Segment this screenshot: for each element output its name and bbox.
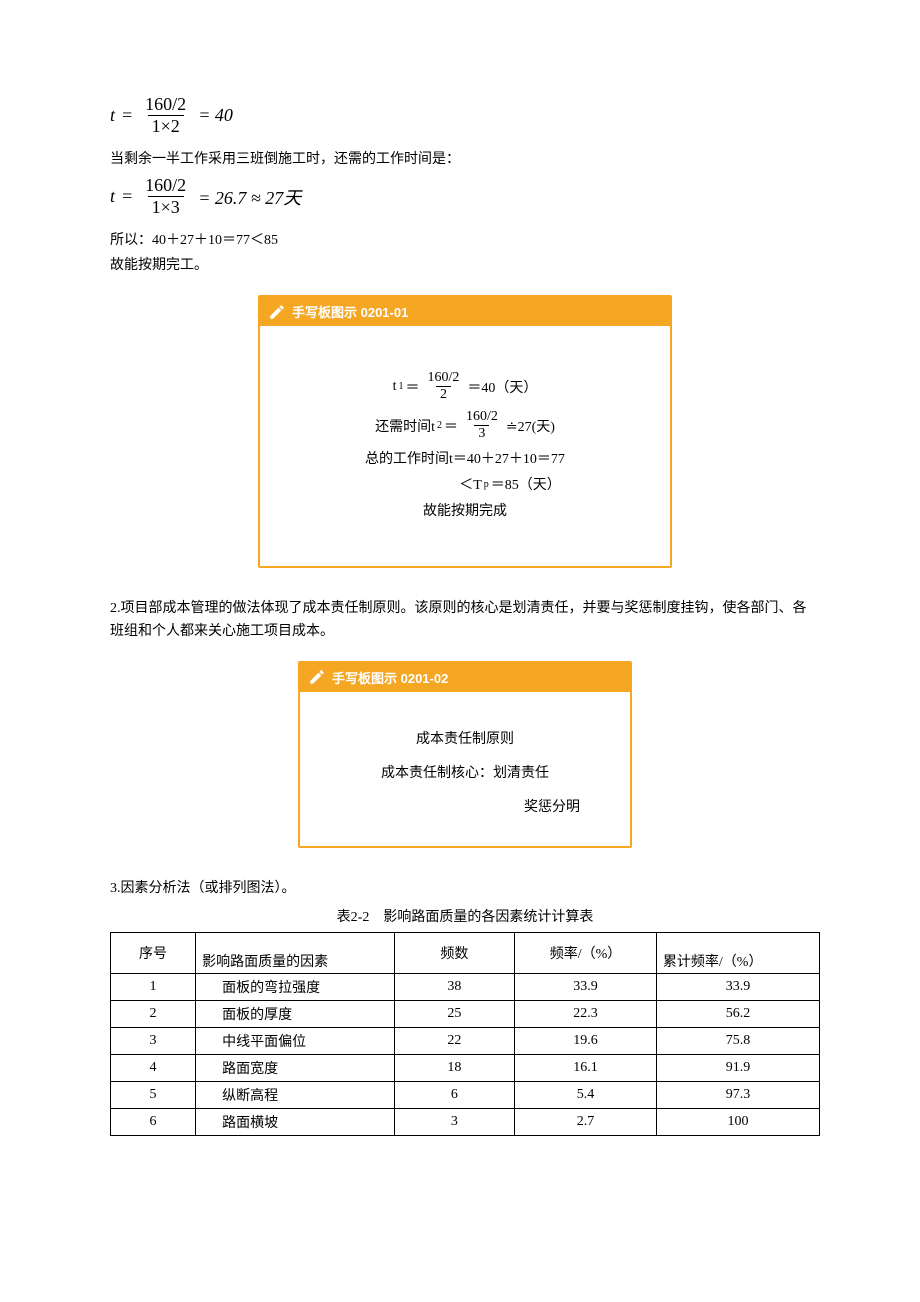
eq2-fraction: 160/2 1×3 — [141, 175, 190, 218]
table-cell: 33.9 — [515, 974, 657, 1001]
table-row: 2面板的厚度2522.356.2 — [111, 1001, 820, 1028]
handwriting-panel-1: 手写板图示 0201-01 t1 ＝ 160/2 2 ＝40（天） 还需时间t2… — [258, 295, 672, 568]
table-row: 6路面横坡32.7100 — [111, 1109, 820, 1136]
hw1-line-3: 总的工作时间t＝40＋27＋10＝77 — [280, 448, 650, 468]
table-row: 5纵断高程65.497.3 — [111, 1082, 820, 1109]
table-cell: 纵断高程 — [196, 1082, 395, 1109]
handwriting-panel-2-header: 手写板图示 0201-02 — [300, 663, 630, 692]
table-cell: 2.7 — [515, 1109, 657, 1136]
handwriting-panel-2: 手写板图示 0201-02 成本责任制原则 成本责任制核心：划清责任 奖惩分明 — [298, 661, 632, 848]
eq1-rhs: = 40 — [198, 105, 233, 126]
equation-1: t = 160/2 1×2 = 40 — [110, 94, 820, 137]
table-cell: 2 — [111, 1001, 196, 1028]
table-cell: 路面宽度 — [196, 1055, 395, 1082]
table-cell: 100 — [656, 1109, 819, 1136]
th-cumrate: 累计频率/（%） — [656, 933, 819, 974]
hw2-line-3: 奖惩分明 — [320, 796, 610, 816]
pencil-icon — [268, 303, 286, 321]
paragraph-5: 3.因素分析法（或排列图法）。 — [110, 878, 820, 900]
table-cell: 33.9 — [656, 974, 819, 1001]
paragraph-1: 当剩余一半工作采用三班倒施工时，还需的工作时间是： — [110, 149, 820, 171]
table-row: 4路面宽度1816.191.9 — [111, 1055, 820, 1082]
table-cell: 面板的弯拉强度 — [196, 974, 395, 1001]
handwriting-panel-2-body: 成本责任制原则 成本责任制核心：划清责任 奖惩分明 — [300, 692, 630, 846]
table-cell: 97.3 — [656, 1082, 819, 1109]
table-cell: 56.2 — [656, 1001, 819, 1028]
table-cell: 16.1 — [515, 1055, 657, 1082]
factors-table: 序号 影响路面质量的因素 频数 频率/（%） 累计频率/（%） 1面板的弯拉强度… — [110, 932, 820, 1136]
eq2-numerator: 160/2 — [141, 175, 190, 196]
eq2-denominator: 1×3 — [148, 196, 184, 218]
th-rate: 频率/（%） — [515, 933, 657, 974]
hw2-line-2: 成本责任制核心：划清责任 — [320, 762, 610, 782]
eq1-lhs: t — [110, 105, 115, 126]
paragraph-2: 所以：40＋27＋10＝77＜85 — [110, 230, 820, 252]
table-cell: 面板的厚度 — [196, 1001, 395, 1028]
table-cell: 6 — [111, 1109, 196, 1136]
eq1-fraction: 160/2 1×2 — [141, 94, 190, 137]
table-cell: 中线平面偏位 — [196, 1028, 395, 1055]
table-cell: 38 — [394, 974, 515, 1001]
table-caption: 表2-2 影响路面质量的各因素统计计算表 — [110, 906, 820, 926]
handwriting-panel-1-title: 手写板图示 0201-01 — [292, 302, 408, 321]
table-cell: 6 — [394, 1082, 515, 1109]
handwriting-panel-2-title: 手写板图示 0201-02 — [332, 668, 448, 687]
hw1-line-2: 还需时间t2 ＝ 160/2 3 ≐27(天) — [280, 409, 650, 442]
table-cell: 19.6 — [515, 1028, 657, 1055]
table-row: 3中线平面偏位2219.675.8 — [111, 1028, 820, 1055]
table-cell: 5 — [111, 1082, 196, 1109]
eq2-rhs: = 26.7 ≈ 27天 — [198, 184, 301, 210]
paragraph-4: 2.项目部成本管理的做法体现了成本责任制原则。该原则的核心是划清责任，并要与奖惩… — [110, 598, 820, 643]
table-cell: 1 — [111, 974, 196, 1001]
eq1-denominator: 1×2 — [148, 115, 184, 137]
paragraph-3: 故能按期完工。 — [110, 255, 820, 277]
table-cell: 18 — [394, 1055, 515, 1082]
handwriting-panel-1-header: 手写板图示 0201-01 — [260, 297, 670, 326]
hw1-line-4: ＜Tp ＝85（天） — [280, 474, 650, 494]
table-cell: 22 — [394, 1028, 515, 1055]
table-cell: 4 — [111, 1055, 196, 1082]
table-cell: 3 — [394, 1109, 515, 1136]
hw1-line-1: t1 ＝ 160/2 2 ＝40（天） — [280, 370, 650, 403]
table-header-row: 序号 影响路面质量的因素 频数 频率/（%） 累计频率/（%） — [111, 933, 820, 974]
table-cell: 91.9 — [656, 1055, 819, 1082]
th-index: 序号 — [111, 933, 196, 974]
eq1-numerator: 160/2 — [141, 94, 190, 115]
table-cell: 5.4 — [515, 1082, 657, 1109]
handwriting-panel-1-body: t1 ＝ 160/2 2 ＝40（天） 还需时间t2 ＝ 160/2 3 ≐27… — [260, 326, 670, 566]
table-cell: 25 — [394, 1001, 515, 1028]
hw2-line-1: 成本责任制原则 — [320, 728, 610, 748]
equation-2: t = 160/2 1×3 = 26.7 ≈ 27天 — [110, 175, 820, 218]
table-cell: 22.3 — [515, 1001, 657, 1028]
table-cell: 路面横坡 — [196, 1109, 395, 1136]
table-cell: 75.8 — [656, 1028, 819, 1055]
eq2-lhs: t — [110, 186, 115, 207]
pencil-icon — [308, 668, 326, 686]
th-factor: 影响路面质量的因素 — [196, 933, 395, 974]
table-row: 1面板的弯拉强度3833.933.9 — [111, 974, 820, 1001]
table-cell: 3 — [111, 1028, 196, 1055]
hw1-line-5: 故能按期完成 — [280, 500, 650, 520]
th-freq: 频数 — [394, 933, 515, 974]
